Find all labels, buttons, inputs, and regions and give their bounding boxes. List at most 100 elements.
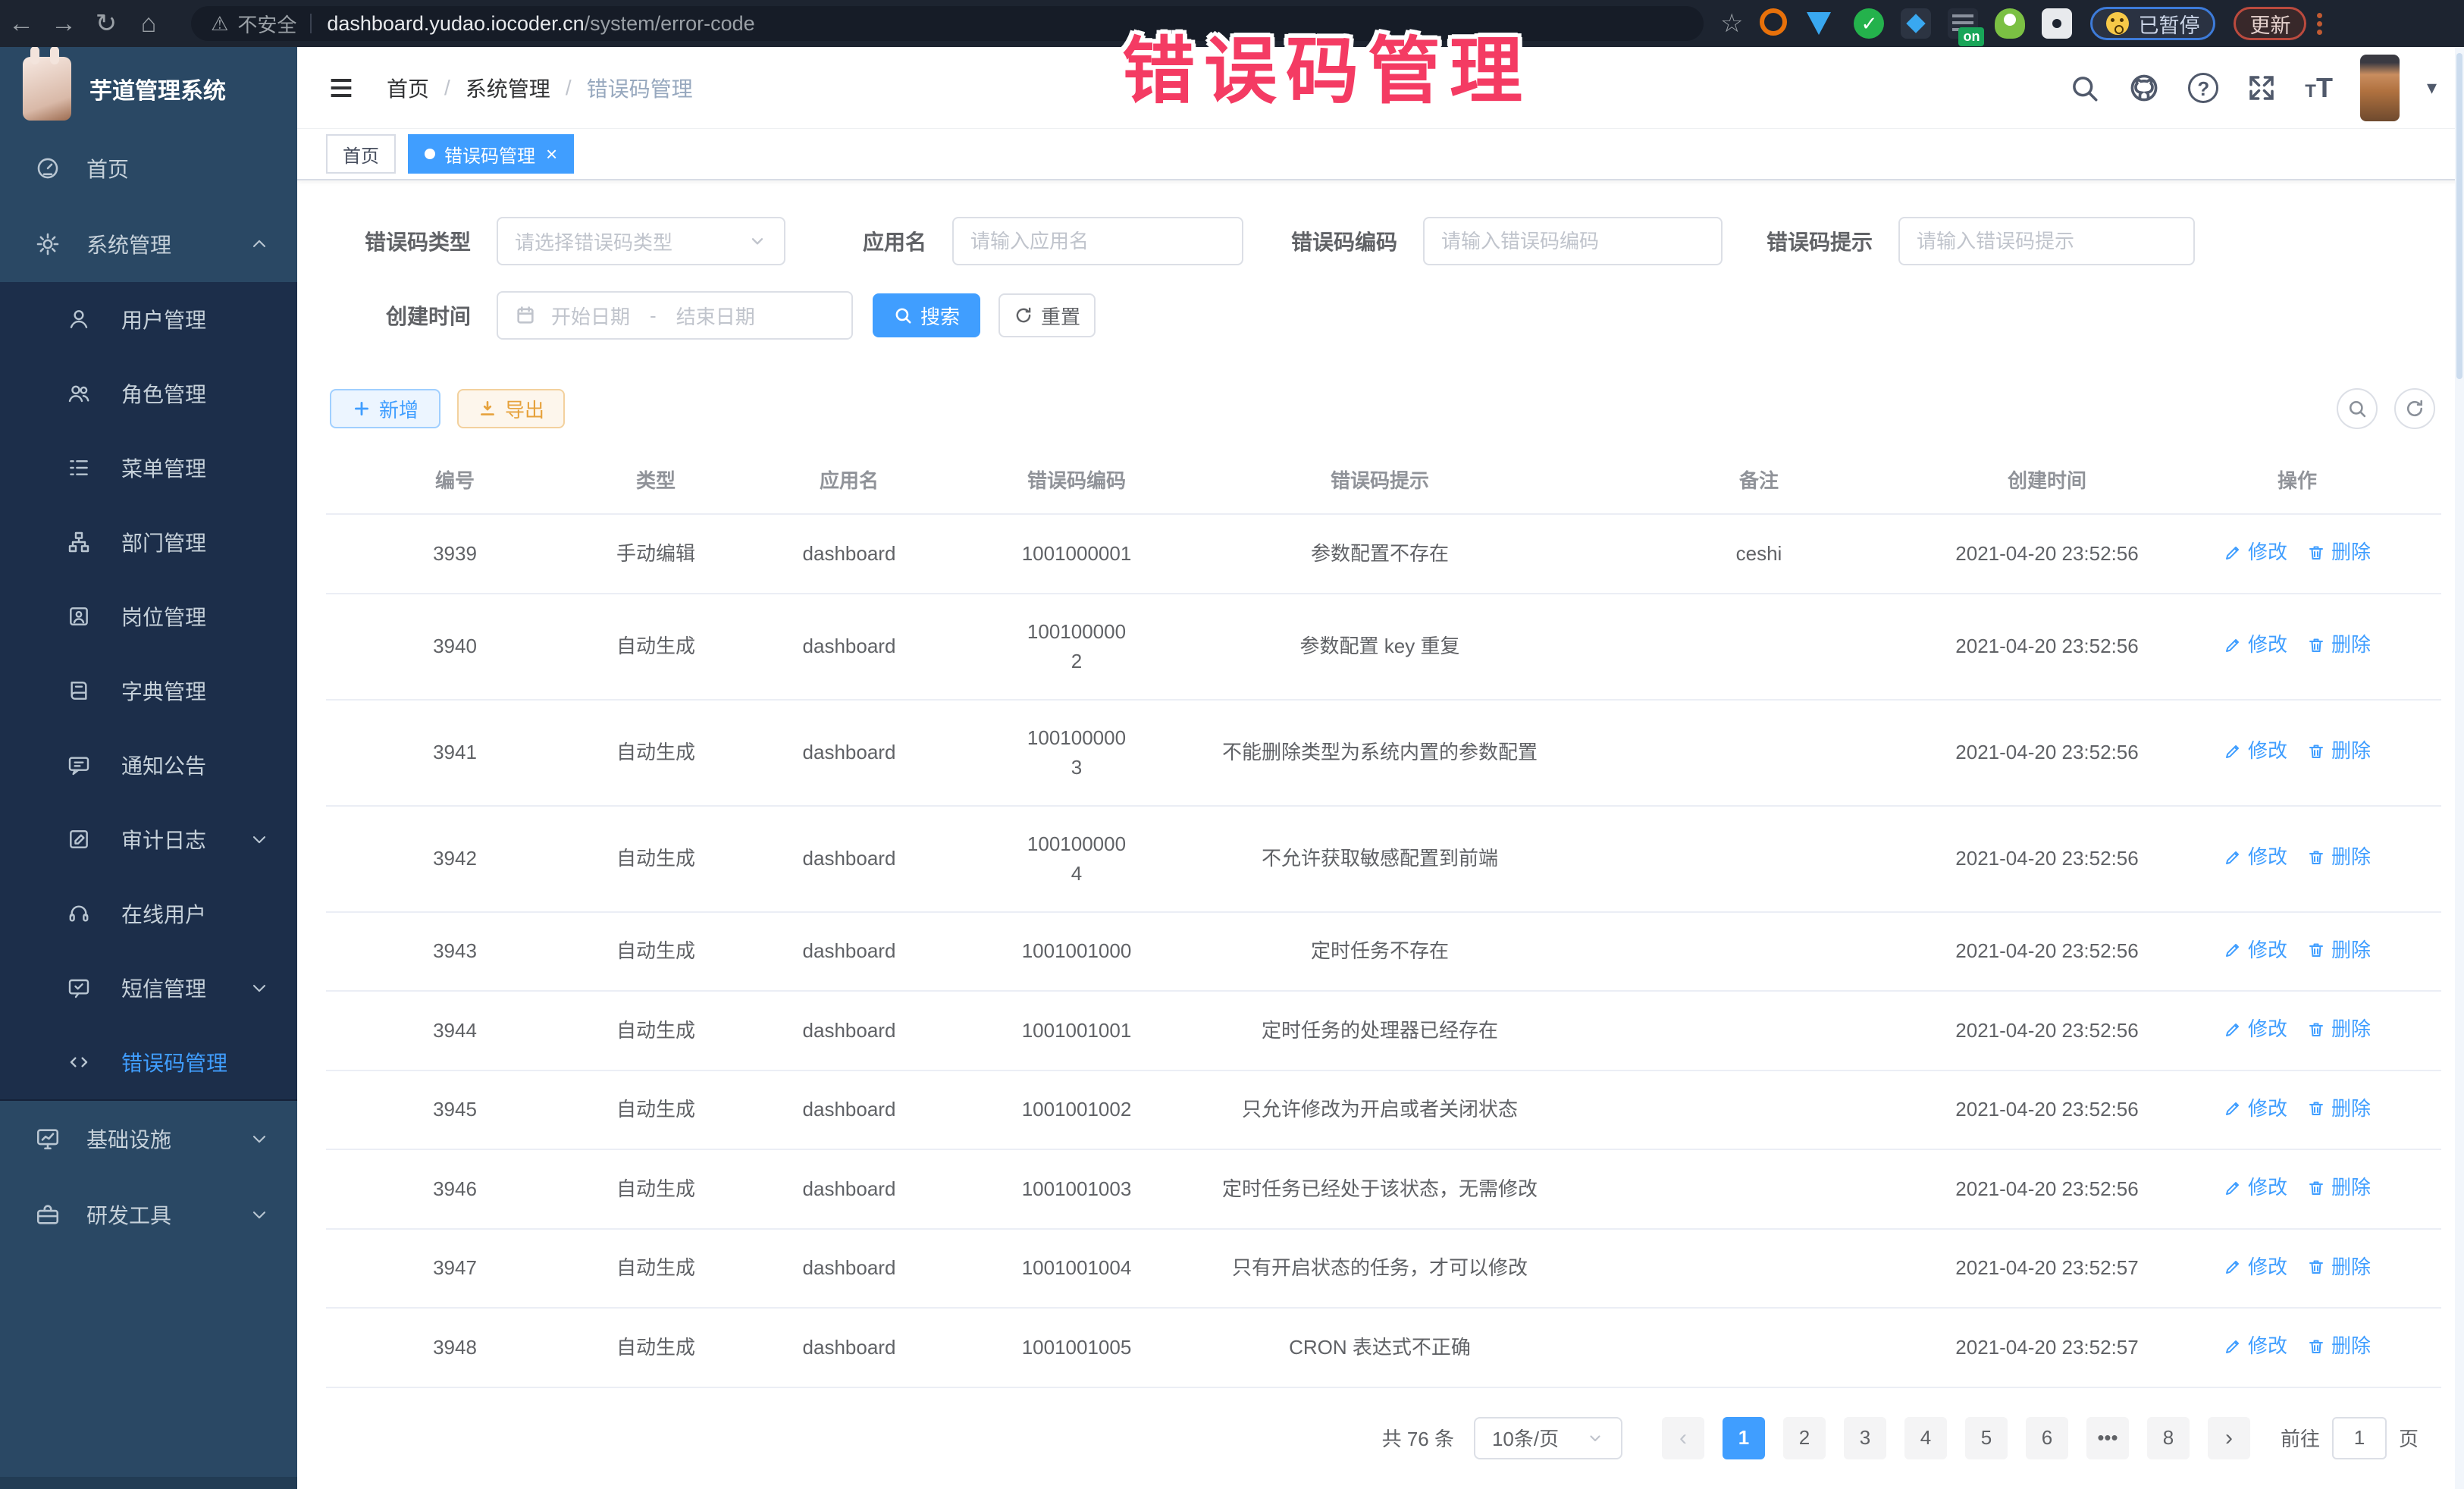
sidebar-item-system[interactable]: 系统管理 <box>0 206 297 282</box>
user-avatar[interactable] <box>2360 55 2400 121</box>
edit-link[interactable]: 修改 <box>2224 736 2287 766</box>
edit-link[interactable]: 修改 <box>2224 630 2287 660</box>
extension-icon-green-check[interactable]: ✓ <box>1854 8 1884 39</box>
prev-page-button[interactable]: ‹ <box>1662 1417 1704 1459</box>
font-size-icon[interactable]: TT <box>2305 72 2333 104</box>
forward-icon[interactable]: → <box>42 9 85 39</box>
avatar-caret-icon[interactable]: ▾ <box>2427 76 2437 99</box>
extensions-puzzle-icon[interactable] <box>2042 8 2072 39</box>
page-button-3[interactable]: 3 <box>1844 1417 1886 1459</box>
toggle-search-icon-button[interactable] <box>2337 388 2378 429</box>
page-button-6[interactable]: 6 <box>2026 1417 2068 1459</box>
extension-icon-grid[interactable] <box>1901 8 1931 39</box>
fullscreen-icon[interactable] <box>2246 72 2277 104</box>
delete-link[interactable]: 删除 <box>2307 736 2371 766</box>
breadcrumb-home[interactable]: 首页 <box>387 73 429 103</box>
help-icon[interactable]: ? <box>2188 73 2218 103</box>
extension-icon-person[interactable] <box>1995 8 2025 39</box>
export-button[interactable]: 导出 <box>457 389 565 428</box>
header-search-icon[interactable] <box>2068 72 2100 104</box>
back-icon[interactable]: ← <box>0 9 42 39</box>
cell-created: 2021-04-20 23:52:56 <box>1941 991 2153 1071</box>
delete-link[interactable]: 删除 <box>2307 630 2371 660</box>
app-name-input-field[interactable] <box>970 230 1225 253</box>
delete-link[interactable]: 删除 <box>2307 538 2371 567</box>
next-page-button[interactable]: › <box>2208 1417 2250 1459</box>
scrollbar-thumb[interactable] <box>2456 53 2462 379</box>
sidebar-item-menus[interactable]: 菜单管理 <box>0 431 297 505</box>
sidebar-item-announcements[interactable]: 通知公告 <box>0 728 297 802</box>
page-button-5[interactable]: 5 <box>1965 1417 2008 1459</box>
date-range-picker[interactable]: 开始日期 - 结束日期 <box>497 291 853 340</box>
sidebar-item-roles[interactable]: 角色管理 <box>0 356 297 431</box>
edit-link[interactable]: 修改 <box>2224 538 2287 567</box>
refresh-icon-button[interactable] <box>2394 388 2435 429</box>
page-size-select[interactable]: 10条/页 <box>1474 1417 1622 1459</box>
reset-button[interactable]: 重置 <box>998 293 1096 337</box>
sidebar-item-devtools[interactable]: 研发工具 <box>0 1177 297 1252</box>
home-icon[interactable]: ⌂ <box>127 9 170 39</box>
edit-link[interactable]: 修改 <box>2224 1014 2287 1044</box>
goto-unit-label: 页 <box>2399 1424 2419 1452</box>
github-icon[interactable] <box>2127 71 2161 105</box>
id-badge-icon <box>67 604 91 629</box>
goto-page-input[interactable] <box>2332 1417 2387 1459</box>
sidebar-item-online-users[interactable]: 在线用户 <box>0 876 297 951</box>
breadcrumb-parent[interactable]: 系统管理 <box>466 73 550 103</box>
edit-link[interactable]: 修改 <box>2224 1331 2287 1361</box>
sidebar-collapse-bar[interactable] <box>0 1477 297 1489</box>
page-button-8[interactable]: 8 <box>2147 1417 2190 1459</box>
page-button-2[interactable]: 2 <box>1783 1417 1826 1459</box>
profile-paused-chip[interactable]: 已暂停 <box>2090 7 2215 40</box>
sidebar-item-posts[interactable]: 岗位管理 <box>0 579 297 654</box>
tab-error-code[interactable]: 错误码管理 × <box>408 134 574 174</box>
page-scrollbar[interactable] <box>2455 47 2464 1489</box>
sidebar-item-home[interactable]: 首页 <box>0 130 297 206</box>
browser-update-button[interactable]: 更新 <box>2234 7 2306 40</box>
cell-message: 不能删除类型为系统内置的参数配置 <box>1183 700 1577 806</box>
delete-link[interactable]: 删除 <box>2307 1252 2371 1282</box>
error-code-input[interactable] <box>1423 217 1723 265</box>
add-button[interactable]: 新增 <box>330 389 440 428</box>
sidebar-item-error-code[interactable]: 错误码管理 <box>0 1025 297 1099</box>
edit-link[interactable]: 修改 <box>2224 936 2287 965</box>
delete-link[interactable]: 删除 <box>2307 1331 2371 1361</box>
page-button-1[interactable]: 1 <box>1723 1417 1765 1459</box>
delete-link[interactable]: 删除 <box>2307 1094 2371 1124</box>
sidebar-item-infrastructure[interactable]: 基础设施 <box>0 1101 297 1177</box>
cell-type: 自动生成 <box>584 1071 728 1150</box>
tab-home[interactable]: 首页 <box>326 134 396 174</box>
bookmark-star-icon[interactable]: ☆ <box>1720 8 1743 39</box>
delete-link[interactable]: 删除 <box>2307 936 2371 965</box>
extension-icon-list[interactable]: on <box>1948 8 1978 39</box>
sidebar-item-audit-log[interactable]: 审计日志 <box>0 802 297 876</box>
tab-close-icon[interactable]: × <box>546 143 557 166</box>
sidebar-item-departments[interactable]: 部门管理 <box>0 505 297 579</box>
error-type-select[interactable]: 请选择错误码类型 <box>497 217 785 265</box>
delete-link[interactable]: 删除 <box>2307 1173 2371 1202</box>
extension-icon-gem[interactable] <box>1807 8 1837 39</box>
page-button-4[interactable]: 4 <box>1904 1417 1947 1459</box>
edit-link[interactable]: 修改 <box>2224 1094 2287 1124</box>
extension-icon-orange[interactable] <box>1760 8 1790 39</box>
delete-link[interactable]: 删除 <box>2307 1014 2371 1044</box>
error-message-input[interactable] <box>1898 217 2195 265</box>
error-message-input-field[interactable] <box>1917 230 2177 253</box>
edit-link[interactable]: 修改 <box>2224 1252 2287 1282</box>
app-logo[interactable]: 芋道管理系统 <box>0 47 297 130</box>
edit-link[interactable]: 修改 <box>2224 1173 2287 1202</box>
cell-code: 100100000 4 <box>970 806 1183 912</box>
sidebar-item-sms[interactable]: 短信管理 <box>0 951 297 1025</box>
error-code-input-field[interactable] <box>1441 230 1704 253</box>
reload-icon[interactable]: ↻ <box>85 8 127 39</box>
search-button[interactable]: 搜索 <box>873 293 980 337</box>
app-name-input[interactable] <box>952 217 1243 265</box>
sidebar-item-users[interactable]: 用户管理 <box>0 282 297 356</box>
sidebar-item-dictionary[interactable]: 字典管理 <box>0 654 297 728</box>
delete-link[interactable]: 删除 <box>2307 842 2371 872</box>
hamburger-icon[interactable] <box>326 73 356 103</box>
pager-ellipsis[interactable]: ••• <box>2086 1417 2129 1459</box>
cell-actions: 修改删除 <box>2153 806 2441 912</box>
browser-menu-icon[interactable] <box>2317 13 2322 35</box>
edit-link[interactable]: 修改 <box>2224 842 2287 872</box>
